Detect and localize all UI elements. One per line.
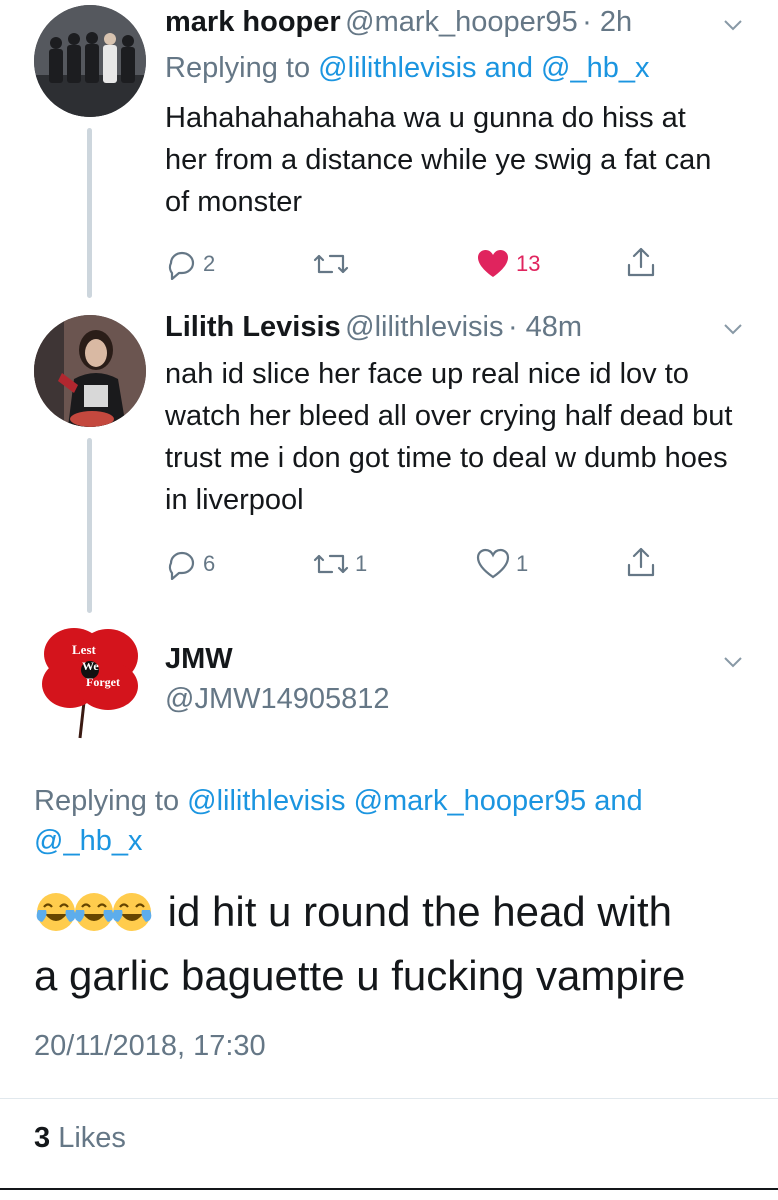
replying-to-prefix: Replying to <box>165 52 311 84</box>
tweet-text: Hahahahahahaha wa u gunna do hiss at her… <box>165 102 712 218</box>
heart-outline-icon <box>476 548 510 579</box>
reply-count: 6 <box>203 551 216 576</box>
display-name[interactable]: JMW <box>165 643 233 676</box>
tears-of-joy-emoji-icon <box>112 893 152 931</box>
heart-icon <box>478 250 508 277</box>
tweet-header: mark hooper @mark_hooper95 · 2h <box>165 6 632 39</box>
retweet-button[interactable]: 1 <box>313 548 367 580</box>
user-handle[interactable]: @JMW14905812 <box>165 683 390 716</box>
replying-to-users-more[interactable]: @_hb_x <box>34 825 142 857</box>
tweet-text-line2: a garlic baguette u fucking vampire <box>34 952 686 999</box>
group-photo-image <box>34 5 146 117</box>
chevron-down-icon[interactable] <box>722 651 744 673</box>
likes-label: Likes <box>58 1122 126 1154</box>
tweet-header: Lilith Levisis @lilithlevisis · 48m <box>165 311 582 344</box>
tweet-text-line1: id hit u round the head with <box>167 888 673 935</box>
retweet-icon <box>313 554 349 574</box>
avatar-text-forget: Forget <box>86 675 120 689</box>
share-icon <box>627 547 655 577</box>
tweet-text: id hit u round the head with a garlic ba… <box>34 880 774 1008</box>
replying-to-users[interactable]: @lilithlevisis @mark_hooper95 and <box>187 785 642 817</box>
share-button[interactable] <box>625 546 657 578</box>
poppy-icon: Lest We Forget <box>42 628 138 739</box>
bottom-divider <box>0 1188 778 1190</box>
chevron-down-icon[interactable] <box>722 14 744 36</box>
likes-count: 3 <box>34 1122 51 1154</box>
like-count: 13 <box>516 251 541 276</box>
tweet-time: · 48m <box>507 311 583 343</box>
avatar-jmw[interactable]: Lest We Forget <box>34 622 146 739</box>
replying-to-prefix: Replying to <box>34 785 180 817</box>
tweet-timestamp[interactable]: 20/11/2018, 17:30 <box>34 1030 266 1063</box>
retweet-icon <box>313 254 349 274</box>
tweet-time: · 2h <box>582 6 633 38</box>
profile-photo-image <box>34 315 146 427</box>
tweet-text: nah id slice her face up real nice id lo… <box>165 358 733 516</box>
thread-line <box>87 438 92 613</box>
avatar-text-lest: Lest <box>72 642 97 657</box>
chevron-down-icon[interactable] <box>722 318 744 340</box>
like-button[interactable]: 1 <box>476 548 528 580</box>
thread-line <box>87 128 92 298</box>
reply-icon <box>168 551 195 580</box>
share-button[interactable] <box>625 246 657 278</box>
avatar-lilith-levisis[interactable] <box>34 315 146 427</box>
likes-summary[interactable]: 3 Likes <box>34 1122 126 1155</box>
divider <box>0 1098 778 1099</box>
like-button[interactable]: 13 <box>476 248 540 280</box>
user-handle[interactable]: @mark_hooper95 <box>345 6 578 38</box>
user-handle[interactable]: @lilithlevisis <box>345 311 503 343</box>
reply-icon <box>168 251 195 280</box>
display-name[interactable]: Lilith Levisis <box>165 311 341 343</box>
avatar-text-we: We <box>82 659 99 673</box>
reply-button[interactable]: 2 <box>165 248 215 280</box>
retweet-button[interactable] <box>313 248 355 280</box>
share-icon <box>627 247 655 277</box>
reply-count: 2 <box>203 251 216 276</box>
replying-to: Replying to @lilithlevisis and @_hb_x <box>165 52 649 85</box>
display-name[interactable]: mark hooper <box>165 6 341 38</box>
like-count: 1 <box>516 551 529 576</box>
emoji-group <box>34 888 160 935</box>
replying-to-users[interactable]: @lilithlevisis and @_hb_x <box>318 52 649 84</box>
retweet-count: 1 <box>355 551 368 576</box>
avatar-mark-hooper[interactable] <box>34 5 146 117</box>
reply-button[interactable]: 6 <box>165 548 215 580</box>
replying-to: Replying to @lilithlevisis @mark_hooper9… <box>34 781 754 861</box>
